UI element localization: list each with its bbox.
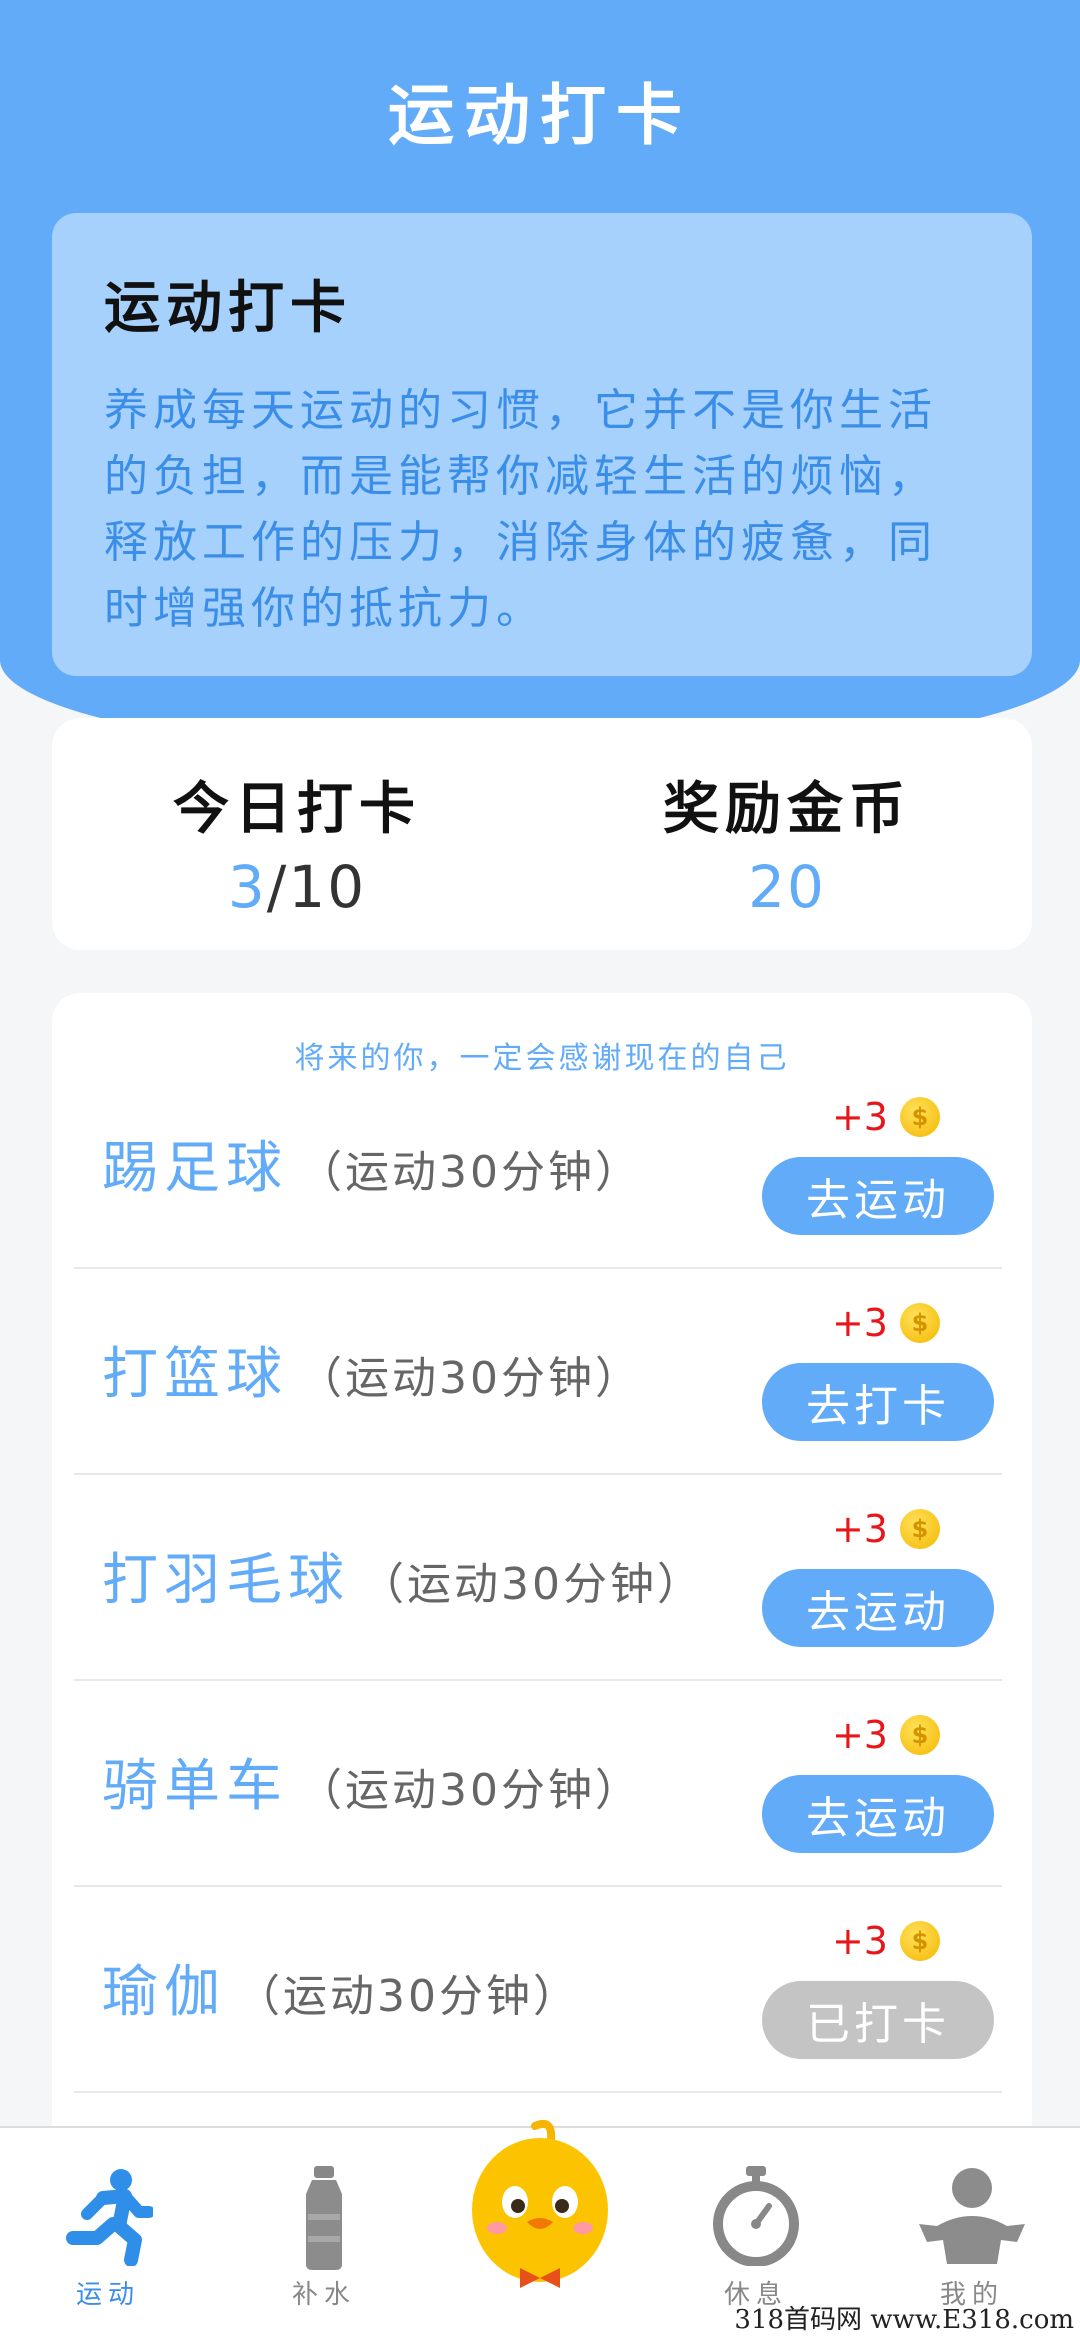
page-title: 运动打卡 xyxy=(388,77,692,154)
exercise-name: 踢足球 （运动30分钟） xyxy=(102,1123,642,1204)
exercise-duration: （运动30分钟） xyxy=(298,1353,642,1404)
exercise-name: 打羽毛球 （运动30分钟） xyxy=(102,1535,704,1616)
reward-coins-value: 20 xyxy=(748,853,826,921)
intro-card: 运动打卡 养成每天运动的习惯，它并不是你生活的负担，而是能帮你减轻生活的烦恼，释… xyxy=(52,213,1032,676)
today-checkin-value: 3/10 xyxy=(52,853,542,921)
reward-badge: +3 $ xyxy=(832,1095,940,1139)
reward-badge: +3 $ xyxy=(832,1919,940,1963)
tab-exercise[interactable]: 运动 xyxy=(0,2128,216,2340)
today-total-count: /10 xyxy=(266,853,367,921)
watermark-text: 318首码网 www.E318.com xyxy=(734,2305,1074,2335)
exercise-row: 打羽毛球 （运动30分钟） +3 $ 去运动 xyxy=(74,1475,1002,1681)
stats-card: 今日打卡 3/10 奖励金币 20 xyxy=(52,718,1032,950)
exercise-title: 打羽毛球 xyxy=(102,1548,350,1613)
today-done-count: 3 xyxy=(227,853,267,921)
duck-mascot-icon xyxy=(465,2118,615,2292)
coin-icon: $ xyxy=(900,1303,940,1343)
tab-hydrate-label: 补水 xyxy=(291,2280,356,2310)
stopwatch-icon xyxy=(711,2166,801,2270)
tab-exercise-label: 运动 xyxy=(75,2280,140,2310)
running-person-icon xyxy=(63,2166,155,2270)
exercise-name: 骑单车 （运动30分钟） xyxy=(102,1741,642,1822)
intro-title: 运动打卡 xyxy=(104,276,352,341)
reward-coins-stat: 奖励金币 20 xyxy=(542,718,1032,950)
reward-amount: +3 xyxy=(831,1919,888,1963)
exercise-title: 踢足球 xyxy=(102,1136,288,1201)
exercise-row: 踢足球 （运动30分钟） +3 $ 去运动 xyxy=(74,1063,1002,1269)
water-bottle-icon xyxy=(294,2166,354,2274)
reward-amount: +3 xyxy=(831,1095,888,1139)
coin-icon: $ xyxy=(900,1715,940,1755)
reward-badge: +3 $ xyxy=(832,1301,940,1345)
exercise-row: 瑜伽 （运动30分钟） +3 $ 已打卡 xyxy=(74,1887,1002,2093)
exercise-duration: （运动30分钟） xyxy=(298,1147,642,1198)
today-checkin-label: 今日打卡 xyxy=(173,777,421,842)
reward-amount: +3 xyxy=(831,1713,888,1757)
exercise-list-card: 将来的你，一定会感谢现在的自己 踢足球 （运动30分钟） +3 $ 去运动 打篮球（… xyxy=(52,993,1032,2193)
exercise-row: 骑单车 （运动30分钟） +3 $ 去运动 xyxy=(74,1681,1002,1887)
today-checkin-stat: 今日打卡 3/10 xyxy=(52,718,542,950)
go-exercise-button[interactable]: 去运动 xyxy=(762,1775,994,1853)
go-exercise-button[interactable]: 去运动 xyxy=(762,1569,994,1647)
reward-amount: +3 xyxy=(831,1507,888,1551)
exercise-name: 打篮球 （运动30分钟） xyxy=(102,1329,642,1410)
exercise-title: 瑜伽 xyxy=(102,1960,226,2025)
go-exercise-button[interactable]: 去运动 xyxy=(762,1157,994,1235)
tab-hydrate[interactable]: 补水 xyxy=(216,2128,432,2340)
exercise-row: 打篮球 （运动30分钟） +3 $ 去打卡 xyxy=(74,1269,1002,1475)
reward-amount: +3 xyxy=(831,1301,888,1345)
tab-mascot[interactable] xyxy=(432,2119,648,2340)
coin-icon: $ xyxy=(900,1921,940,1961)
exercise-list: 踢足球 （运动30分钟） +3 $ 去运动 打篮球 （运动30分钟） +3 $ 去打卡 … xyxy=(74,1063,1002,2093)
exercise-title: 骑单车 xyxy=(102,1754,288,1819)
exercise-title: 打篮球 xyxy=(102,1342,288,1407)
exercise-duration: （运动30分钟） xyxy=(236,1971,580,2022)
checked-in-button[interactable]: 已打卡 xyxy=(762,1981,994,2059)
reward-coins-label: 奖励金币 xyxy=(663,777,911,842)
person-icon xyxy=(917,2166,1027,2270)
exercise-name: 瑜伽 （运动30分钟） xyxy=(102,1947,580,2028)
reward-badge: +3 $ xyxy=(832,1713,940,1757)
coin-icon: $ xyxy=(900,1097,940,1137)
reward-badge: +3 $ xyxy=(832,1507,940,1551)
coin-icon: $ xyxy=(900,1509,940,1549)
exercise-duration: （运动30分钟） xyxy=(298,1765,642,1816)
exercise-duration: （运动30分钟） xyxy=(360,1559,704,1610)
check-in-button[interactable]: 去打卡 xyxy=(762,1363,994,1441)
intro-text: 养成每天运动的习惯，它并不是你生活的负担，而是能帮你减轻生活的烦恼，释放工作的压… xyxy=(104,385,937,634)
